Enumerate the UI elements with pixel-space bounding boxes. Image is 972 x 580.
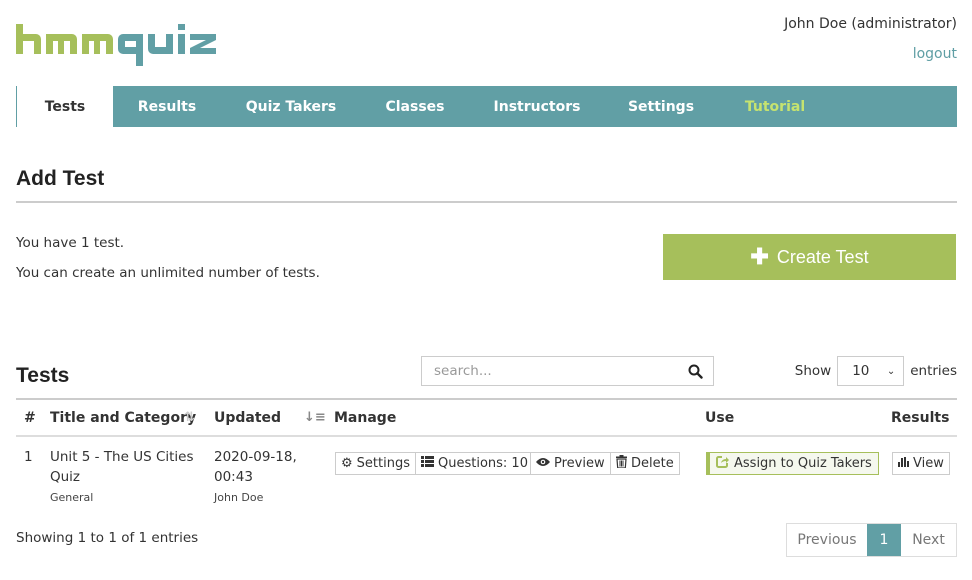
test-category: General [50,491,94,504]
eye-icon [536,456,550,471]
page-size-select[interactable]: 10 ⌄ [837,356,905,386]
logo[interactable] [16,14,220,70]
updated-cell: 2020-09-18, 00:43 John Doe [214,447,297,505]
page-1-button[interactable]: 1 [867,524,901,556]
view-label: View [913,456,944,471]
col-results: Results [891,410,950,426]
list-icon [421,456,434,471]
assign-button[interactable]: Assign to Quiz Takers [706,452,879,475]
col-number: # [24,410,36,426]
table-info: Showing 1 to 1 of 1 entries [16,530,199,546]
updated-by: John Doe [214,491,264,504]
tab-quiz-takers[interactable]: Quiz Takers [221,86,361,127]
divider [16,201,957,203]
tab-tests[interactable]: Tests [16,86,113,127]
show-label: Show [794,363,832,379]
trash-icon [616,455,627,472]
questions-label: Questions: 10 [438,456,528,471]
assign-label: Assign to Quiz Takers [734,456,872,471]
page-size-value: 10 [852,363,870,379]
add-test-heading: Add Test [16,167,105,190]
col-manage: Manage [334,410,397,426]
col-updated[interactable]: Updated [214,410,281,426]
questions-button[interactable]: Questions: 10 [415,452,534,475]
user-info: John Doe (administrator) logout [784,16,957,62]
logout-link[interactable]: logout [784,46,957,62]
search-box [421,356,714,386]
sort-both-icon[interactable]: ⇅ [184,410,195,425]
main-nav: Tests Results Quiz Takers Classes Instru… [16,86,957,127]
delete-button[interactable]: Delete [610,452,680,475]
test-title-cell: Unit 5 - The US Cities Quiz General [50,447,200,505]
previous-page-button[interactable]: Previous [787,524,867,556]
tests-heading: Tests [16,364,70,387]
next-page-button[interactable]: Next [901,524,956,556]
test-title[interactable]: Unit 5 - The US Cities Quiz [50,447,200,487]
hmmquiz-logo [16,24,216,66]
gear-icon: ⚙ [341,456,353,471]
sort-desc-icon[interactable]: ↓≡ [304,410,326,425]
col-title[interactable]: Title and Category [50,410,196,426]
search-icon[interactable] [688,364,703,379]
search-input[interactable] [432,362,688,380]
tab-settings[interactable]: Settings [605,86,717,127]
view-results-button[interactable]: View [892,452,950,475]
test-settings-button[interactable]: ⚙ Settings [335,452,416,475]
preview-button[interactable]: Preview [530,452,611,475]
create-test-button[interactable]: ✚ Create Test [663,234,956,280]
tab-results[interactable]: Results [113,86,221,127]
bar-chart-icon [898,456,909,471]
plus-icon: ✚ [750,244,769,269]
pagination: Previous 1 Next [786,523,957,557]
chevron-down-icon: ⌄ [886,365,896,377]
delete-label: Delete [631,456,674,471]
page-size-control: Show 10 ⌄ entries [795,356,957,386]
table-row: 1 Unit 5 - The US Cities Quiz General 20… [16,440,957,516]
preview-label: Preview [554,456,605,471]
create-test-label: Create Test [776,246,869,267]
col-use: Use [705,410,735,426]
settings-label: Settings [356,456,410,471]
tab-tutorial[interactable]: Tutorial [717,86,833,127]
updated-date: 2020-09-18, [214,449,297,465]
user-name: John Doe (administrator) [784,16,957,32]
updated-time: 00:43 [214,469,253,485]
table-header: # Title and Category ⇅ Updated ↓≡ Manage… [16,400,957,437]
tab-classes[interactable]: Classes [361,86,469,127]
test-limit-text: You can create an unlimited number of te… [16,265,320,281]
test-count-text: You have 1 test. [16,235,125,251]
entries-label: entries [910,363,957,379]
share-icon [716,455,729,472]
tab-instructors[interactable]: Instructors [469,86,605,127]
row-number: 1 [24,449,33,465]
